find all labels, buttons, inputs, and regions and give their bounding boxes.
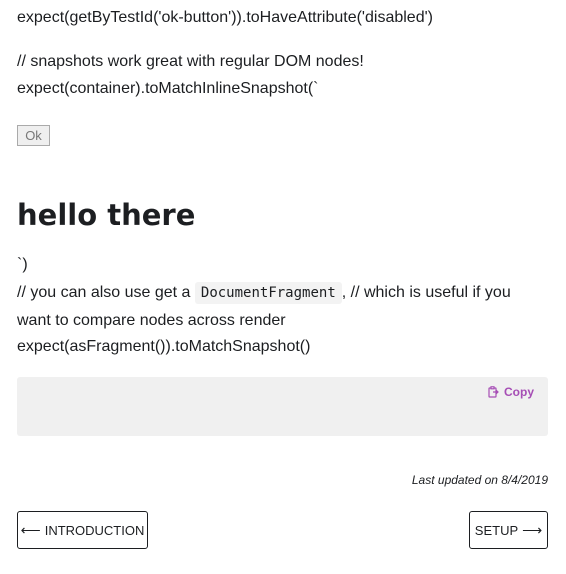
copy-button[interactable]: Copy: [488, 385, 534, 399]
clipboard-icon: [488, 386, 499, 398]
last-updated: Last updated on 8/4/2019: [411, 473, 548, 487]
paragraph-fragment-snapshot: expect(asFragment()).toMatchSnapshot(): [17, 338, 311, 355]
paragraph-inline-snapshot: expect(container).toMatchInlineSnapshot(…: [17, 80, 319, 97]
prev-page-label: Introduction: [44, 522, 145, 538]
paragraph-fragment: // you can also use get a DocumentFragme…: [17, 279, 548, 334]
next-page-label: Setup: [474, 522, 519, 538]
paragraph-disabled-assertion: expect(getByTestId('ok-button')).toHaveA…: [17, 9, 433, 26]
paragraph-backtick-close: `): [17, 256, 28, 273]
inline-code-document-fragment: DocumentFragment: [194, 282, 342, 304]
arrow-right-icon: ⟶: [522, 521, 543, 538]
next-page-button[interactable]: Setup ⟶: [469, 511, 548, 549]
hello-heading: hello there: [17, 198, 196, 232]
prev-page-button[interactable]: ⟵ Introduction: [17, 511, 148, 549]
paragraph-snapshots-comment: // snapshots work great with regular DOM…: [17, 53, 364, 70]
ok-button[interactable]: Ok: [17, 125, 50, 146]
copy-label: Copy: [504, 385, 534, 399]
fragment-text-before: // you can also use get a: [17, 284, 195, 301]
arrow-left-icon: ⟵: [20, 521, 41, 538]
code-block: Copy: [17, 377, 548, 436]
